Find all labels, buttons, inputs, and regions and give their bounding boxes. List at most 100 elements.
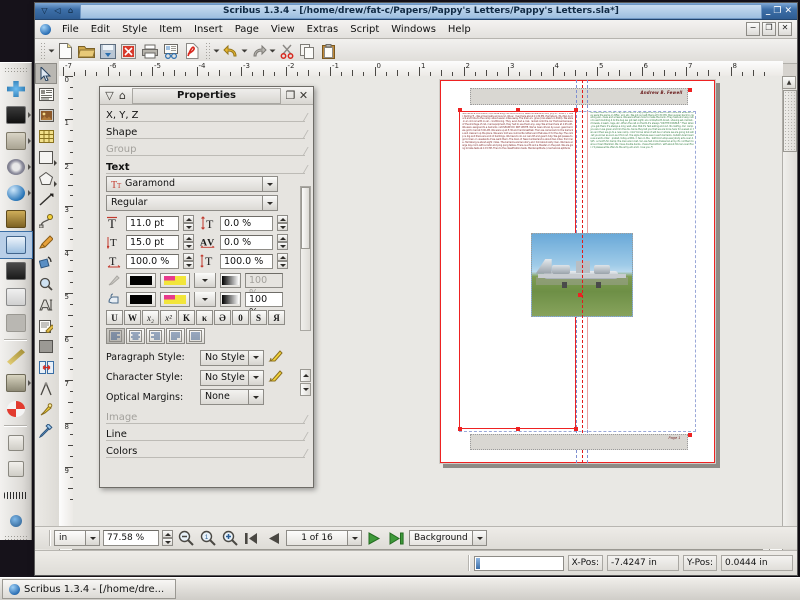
chevron-down-icon[interactable]	[347, 531, 361, 545]
fill-color-cmyk-swatch[interactable]	[160, 291, 190, 307]
character-style-edit-button[interactable]	[268, 369, 284, 386]
next-page-button[interactable]	[365, 529, 384, 547]
section-colors[interactable]: Colors	[106, 443, 309, 460]
unlink-text-frames-tool[interactable]	[35, 357, 57, 378]
minimize-button[interactable]: _	[766, 5, 771, 17]
line-spacing-input[interactable]: 15.0 pt	[126, 234, 179, 250]
mdi-minimize-button[interactable]: −	[746, 22, 760, 36]
chevron-down-icon[interactable]	[85, 531, 99, 545]
window-sticky-icon[interactable]: ⌂	[65, 5, 76, 17]
undo-caret[interactable]	[241, 49, 248, 53]
font-family-select[interactable]: TT Garamond	[106, 176, 278, 192]
header-text-frame[interactable]: Andrew B. Fewell	[470, 88, 688, 106]
menu-style[interactable]: Style	[116, 23, 153, 36]
font-style-select[interactable]: Regular	[106, 195, 278, 211]
eye-dropper-tool[interactable]	[35, 420, 57, 441]
horizontal-ruler[interactable]: -7 -6 -5 -4 -3 -2 -1 0 1 2 3 4 5 6 7 8	[59, 61, 783, 77]
dock-item-multimedia[interactable]	[0, 206, 32, 232]
edit-contents-tool[interactable]	[35, 294, 57, 315]
properties-text-scrollbar[interactable]	[300, 186, 311, 331]
window-shade-icon[interactable]: ▽	[39, 5, 50, 17]
frame-handle-br[interactable]	[573, 426, 578, 431]
menu-insert[interactable]: Insert	[188, 23, 229, 36]
close-button[interactable]: ✕	[784, 5, 792, 17]
menu-edit[interactable]: Edit	[85, 23, 116, 36]
image-frame-tool[interactable]	[35, 105, 57, 126]
taskbar-item-scribus[interactable]: Scribus 1.3.4 - [/home/dre...	[2, 579, 176, 599]
properties-text-scroll-thumb[interactable]	[301, 187, 310, 249]
palette-maximize-button[interactable]: ❐	[284, 89, 297, 102]
dock-item-window-4[interactable]	[0, 310, 32, 336]
scale-horizontal-input[interactable]: 100.0 %	[126, 253, 179, 269]
rotate-item-tool[interactable]	[35, 252, 57, 273]
stroke-shade-gradient[interactable]	[220, 272, 241, 288]
toolbar-grip-2[interactable]	[205, 42, 210, 60]
chevron-down-icon[interactable]	[54, 181, 57, 187]
chevron-down-icon[interactable]	[472, 531, 486, 545]
layer-select[interactable]: Background	[409, 530, 487, 546]
all-caps-button[interactable]: K	[178, 310, 195, 325]
dock-item-terminal[interactable]	[0, 102, 32, 128]
copy-item-properties-tool[interactable]	[35, 399, 57, 420]
properties-palette-titlebar[interactable]: ▽ ⌂ Properties ❐ ✕	[100, 87, 313, 105]
properties-scroll-down[interactable]	[300, 383, 311, 396]
outline-text-button[interactable]: 0	[232, 310, 249, 325]
redo-caret[interactable]	[269, 49, 276, 53]
chevron-down-icon[interactable]	[54, 160, 57, 166]
line-spacing-down[interactable]	[183, 242, 194, 250]
dock-item-window-1[interactable]	[0, 231, 33, 259]
align-left-button[interactable]	[106, 328, 125, 344]
section-line[interactable]: Line	[106, 426, 309, 443]
superscript-button[interactable]: x²	[160, 310, 177, 325]
menu-item[interactable]: Item	[153, 23, 188, 36]
zoom-stepper[interactable]	[162, 530, 173, 546]
open-document-button[interactable]	[76, 41, 97, 62]
zoom-stepper-up[interactable]	[162, 530, 173, 538]
frame-handle-bm[interactable]	[515, 426, 520, 431]
menu-help[interactable]: Help	[442, 23, 477, 36]
dock-item-window-2[interactable]	[0, 258, 32, 284]
scale-v-up[interactable]	[277, 253, 288, 261]
chevron-right-icon[interactable]	[28, 112, 31, 118]
properties-scroll-up[interactable]	[300, 369, 311, 382]
strikethrough-button[interactable]: Ə	[214, 310, 231, 325]
chevron-down-icon[interactable]	[248, 350, 263, 365]
scale-horizontal-stepper[interactable]	[183, 253, 194, 269]
freehand-line-tool[interactable]	[35, 231, 57, 252]
font-size-input[interactable]: 11.0 pt	[126, 215, 179, 231]
shape-tool[interactable]	[35, 147, 57, 168]
statusbar-grip[interactable]	[49, 530, 51, 546]
story-editor-tool[interactable]	[35, 315, 57, 336]
chevron-right-icon[interactable]	[28, 138, 31, 144]
footer-text-frame[interactable]: Page 1	[470, 434, 688, 450]
toolbar-overflow-caret[interactable]	[48, 49, 55, 53]
align-center-button[interactable]	[126, 328, 145, 344]
paragraph-style-edit-button[interactable]	[268, 349, 284, 366]
dock-item-network[interactable]	[0, 76, 32, 102]
chevron-down-icon[interactable]	[248, 370, 263, 385]
zoom-input[interactable]: 77.58 %	[103, 530, 159, 546]
first-page-button[interactable]	[242, 529, 261, 547]
frame-handle-bl[interactable]	[457, 426, 462, 431]
link-text-frames-tool[interactable]	[35, 336, 57, 357]
scale-h-down[interactable]	[183, 261, 194, 269]
shadowed-text-button[interactable]: S	[250, 310, 267, 325]
tracking-input[interactable]: 0.0 %	[220, 215, 273, 231]
frame-handle-tr[interactable]	[573, 108, 578, 113]
scale-v-down[interactable]	[277, 261, 288, 269]
toolbar-grip[interactable]	[40, 42, 45, 60]
paste-button[interactable]	[318, 41, 339, 62]
save-document-button[interactable]	[97, 41, 118, 62]
small-caps-button[interactable]: κ	[196, 310, 213, 325]
line-spacing-stepper[interactable]	[183, 234, 194, 250]
last-page-button[interactable]	[387, 529, 406, 547]
mirror-text-button[interactable]: Я	[268, 310, 285, 325]
stroke-color-black-swatch[interactable]	[126, 272, 156, 288]
undo-button[interactable]	[220, 41, 241, 62]
line-tool[interactable]	[35, 189, 57, 210]
chevron-right-icon[interactable]	[28, 164, 31, 170]
dock-item-printer[interactable]	[0, 370, 32, 396]
menu-page[interactable]: Page	[229, 23, 265, 36]
tracking-stepper[interactable]	[277, 215, 288, 231]
kerning-stepper[interactable]	[277, 234, 288, 250]
